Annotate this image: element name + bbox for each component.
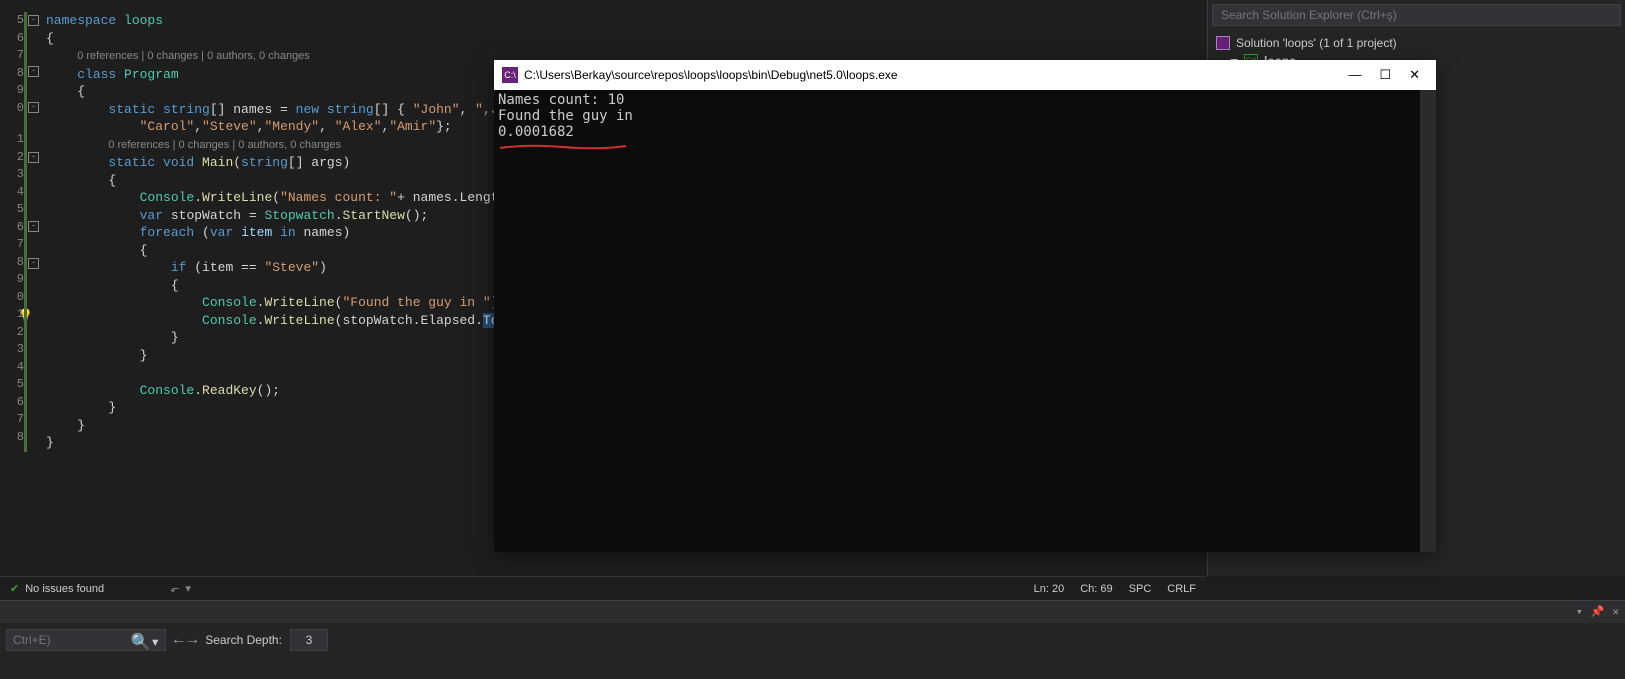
- console-window[interactable]: C:\ C:\Users\Berkay\source\repos\loops\l…: [494, 60, 1436, 552]
- solution-label: Solution 'loops' (1 of 1 project): [1236, 36, 1397, 50]
- close-icon[interactable]: ✕: [1612, 605, 1619, 619]
- cursor-char[interactable]: Ch: 69: [1080, 583, 1112, 595]
- maximize-button[interactable]: ☐: [1379, 67, 1391, 83]
- fold-toggle-icon[interactable]: -: [28, 221, 39, 232]
- solution-node[interactable]: Solution 'loops' (1 of 1 project): [1216, 34, 1617, 52]
- console-title: C:\Users\Berkay\source\repos\loops\loops…: [524, 68, 898, 82]
- codelens-info[interactable]: 0 references | 0 changes | 0 authors, 0 …: [108, 139, 341, 151]
- fold-toggle-icon[interactable]: -: [28, 152, 39, 163]
- check-icon: ✔: [10, 582, 19, 595]
- close-button[interactable]: ✕: [1409, 67, 1420, 83]
- console-output[interactable]: Names count: 10 Found the guy in 0.00016…: [494, 90, 1436, 552]
- search-icon[interactable]: 🔍▾: [130, 632, 160, 652]
- line-number-gutter: 567890123456789012345678: [0, 0, 24, 576]
- codelens-info[interactable]: 0 references | 0 changes | 0 authors, 0 …: [77, 50, 310, 62]
- pin-icon[interactable]: 📌: [1591, 605, 1605, 619]
- panel-header: ▾ 📌 ✕: [0, 601, 1625, 623]
- dropdown-icon[interactable]: ▾: [185, 582, 191, 595]
- fold-toggle-icon[interactable]: -: [28, 15, 39, 26]
- fold-toggle-icon[interactable]: -: [28, 66, 39, 77]
- fold-toggle-icon[interactable]: -: [28, 258, 39, 269]
- console-app-icon: C:\: [502, 67, 518, 83]
- indent-mode[interactable]: SPC: [1129, 583, 1152, 595]
- nav-forward-icon[interactable]: →: [188, 631, 198, 649]
- red-underline-annotation: [498, 140, 628, 148]
- solution-explorer-search-input[interactable]: [1212, 4, 1621, 26]
- fold-toggle-icon[interactable]: -: [28, 102, 39, 113]
- editor-status-bar: ✔ No issues found ⬐ ▾ Ln: 20 Ch: 69 SPC …: [0, 576, 1206, 600]
- cursor-line[interactable]: Ln: 20: [1034, 583, 1065, 595]
- bottom-tool-panel: ▾ 📌 ✕ 🔍▾ ← → Search Depth:: [0, 600, 1625, 679]
- search-depth-label: Search Depth:: [205, 633, 282, 647]
- issues-status[interactable]: No issues found: [25, 583, 104, 595]
- search-depth-input[interactable]: [290, 629, 328, 651]
- minimize-button[interactable]: —: [1348, 67, 1361, 83]
- console-scrollbar[interactable]: [1420, 90, 1436, 552]
- line-ending[interactable]: CRLF: [1167, 583, 1196, 595]
- nav-back-icon[interactable]: ←: [174, 631, 184, 649]
- nav-back-icon[interactable]: ⬐: [170, 582, 179, 595]
- console-titlebar[interactable]: C:\ C:\Users\Berkay\source\repos\loops\l…: [494, 60, 1436, 90]
- panel-dropdown-icon[interactable]: ▾: [1576, 605, 1583, 619]
- glyph-margin: - - - - - - 💡: [24, 0, 46, 576]
- solution-icon: [1216, 36, 1230, 50]
